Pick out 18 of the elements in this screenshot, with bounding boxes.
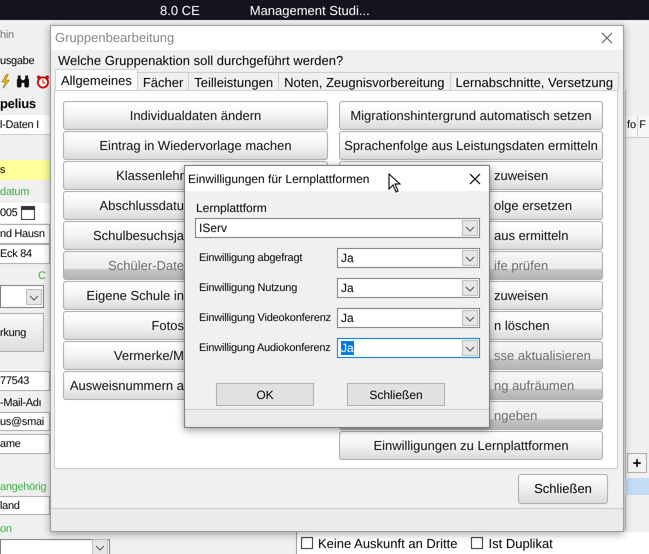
window-title-version: 8.0 CE — [160, 2, 200, 18]
text-label: -Mail-Adı — [0, 396, 42, 410]
text-label: usgabe — [0, 54, 36, 69]
field-label: angehörig — [0, 480, 48, 495]
checkbox-label: Keine Auskunft an Dritte — [318, 536, 458, 550]
field-label: Einwilligung Audiokonferenz — [199, 342, 332, 354]
field-label: datum — [0, 185, 30, 200]
field-label: on — [0, 522, 13, 537]
dialog-title: Gruppenbearbeitung — [55, 30, 174, 46]
prompt-text: Welche Gruppenaktion soll durchgeführt werden? — [58, 52, 344, 68]
checkbox-label: Ist Duplikat — [488, 536, 553, 550]
field-label: Lernplattform — [196, 201, 268, 216]
student-name: pelius — [0, 94, 37, 112]
field-label: Einwilligung abgefragt — [199, 252, 304, 264]
field-label: C — [37, 269, 47, 284]
field-label: Einwilligung Videokonferenz — [199, 312, 332, 324]
window-title: Management Studi... — [250, 2, 370, 18]
field-label: Einwilligung Nutzung — [199, 282, 298, 294]
